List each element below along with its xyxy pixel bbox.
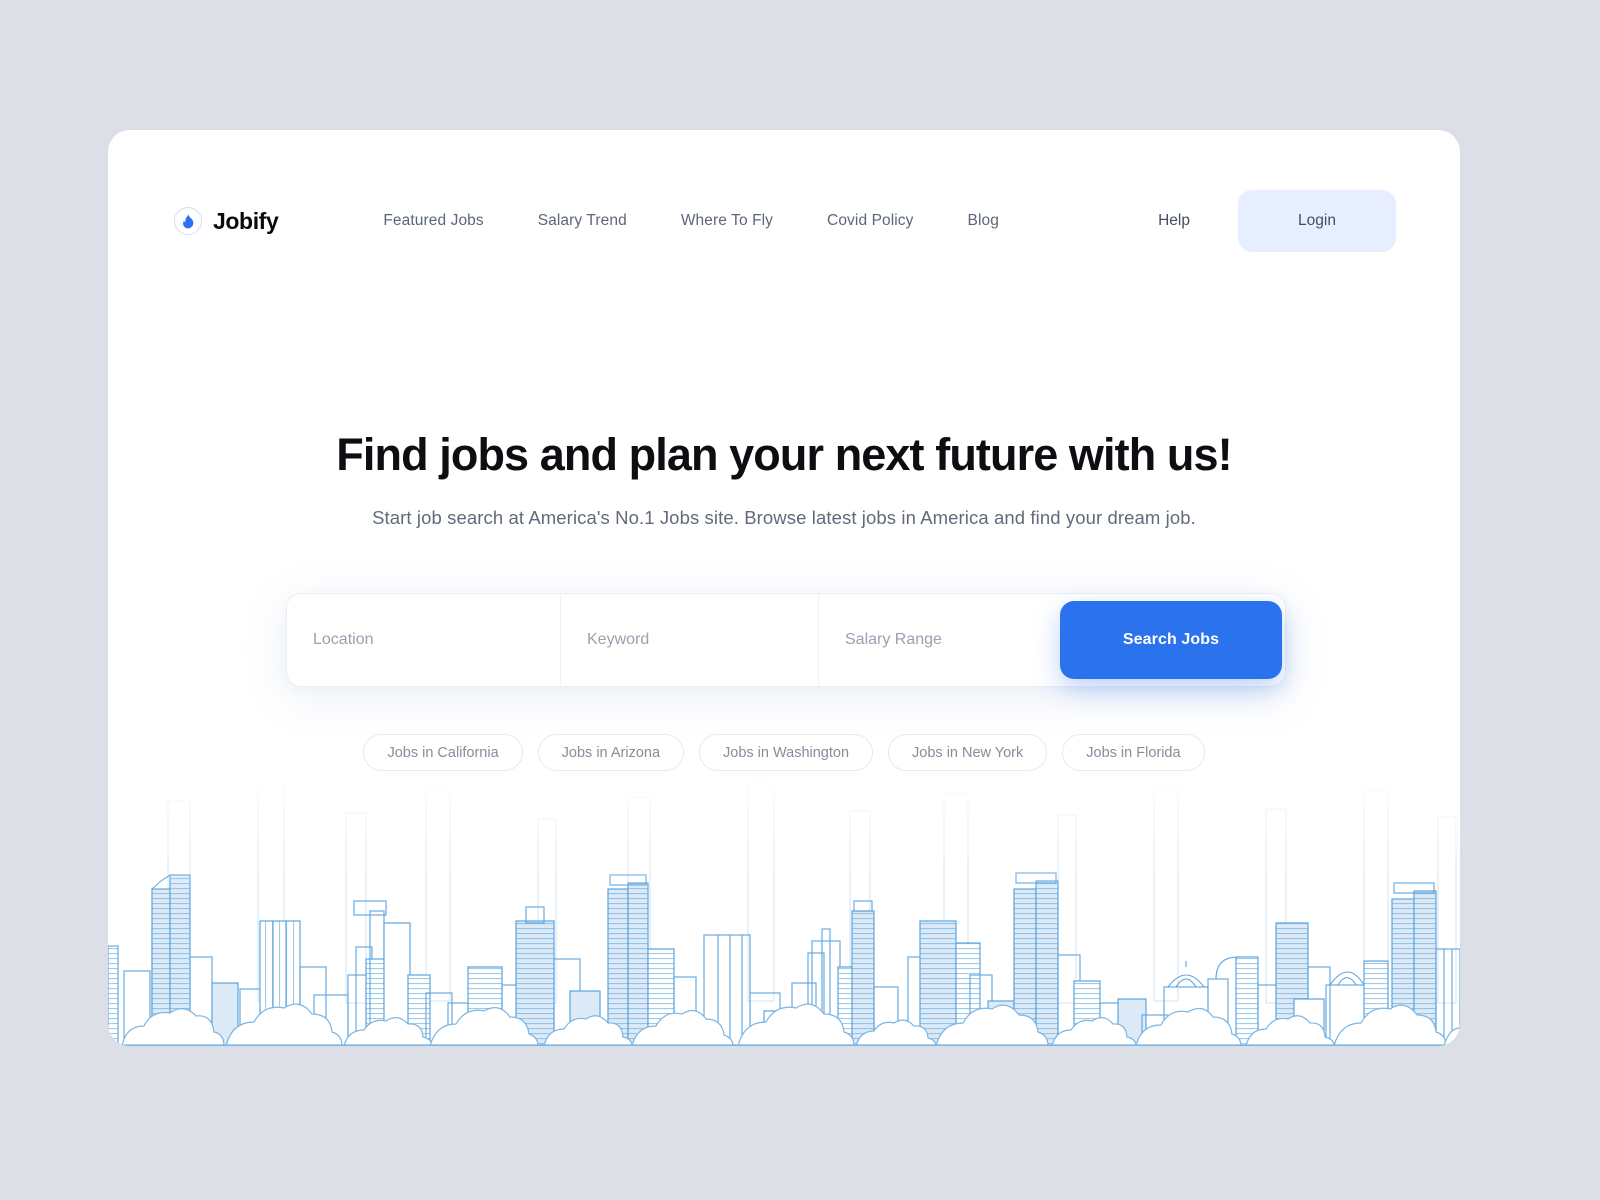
hero-section: Find jobs and plan your next future with… — [108, 429, 1460, 529]
nav-item-where-to-fly[interactable]: Where To Fly — [654, 212, 800, 230]
city-skyline-illustration — [108, 771, 1460, 1046]
quick-link-california[interactable]: Jobs in California — [363, 734, 523, 771]
page-title: Find jobs and plan your next future with… — [336, 429, 1232, 480]
site-header: Jobify Featured Jobs Salary Trend Where … — [108, 130, 1460, 312]
job-search-bar: Search Jobs — [286, 593, 1286, 687]
quick-link-new-york[interactable]: Jobs in New York — [888, 734, 1048, 771]
brand-name: Jobify — [213, 207, 279, 234]
quick-link-washington[interactable]: Jobs in Washington — [699, 734, 874, 771]
nav-item-covid-policy[interactable]: Covid Policy — [800, 212, 940, 230]
header-actions: Help Login — [1158, 190, 1396, 252]
quick-links-row: Jobs in California Jobs in Arizona Jobs … — [108, 734, 1460, 771]
main-nav: Featured Jobs Salary Trend Where To Fly … — [356, 212, 1026, 230]
flame-icon — [174, 207, 202, 235]
nav-item-salary-trend[interactable]: Salary Trend — [511, 212, 654, 230]
nav-item-featured-jobs[interactable]: Featured Jobs — [356, 212, 510, 230]
brand-logo[interactable]: Jobify — [174, 207, 279, 235]
search-jobs-button[interactable]: Search Jobs — [1060, 601, 1282, 679]
page-root: Jobify Featured Jobs Salary Trend Where … — [0, 0, 1600, 1200]
keyword-field-wrapper — [561, 594, 819, 686]
quick-link-florida[interactable]: Jobs in Florida — [1062, 734, 1205, 771]
hero-subtitle: Start job search at America's No.1 Jobs … — [372, 507, 1196, 529]
salary-range-input[interactable] — [845, 631, 1063, 649]
location-field-wrapper — [287, 594, 561, 686]
help-link[interactable]: Help — [1158, 212, 1238, 230]
location-input[interactable] — [313, 631, 560, 649]
nav-item-blog[interactable]: Blog — [941, 212, 1026, 230]
job-search-panel: Search Jobs — [286, 593, 1286, 687]
login-button[interactable]: Login — [1238, 190, 1396, 252]
quick-link-arizona[interactable]: Jobs in Arizona — [537, 734, 685, 771]
salary-range-field-wrapper — [819, 594, 1063, 686]
keyword-input[interactable] — [587, 631, 818, 649]
landing-card: Jobify Featured Jobs Salary Trend Where … — [108, 130, 1460, 1046]
